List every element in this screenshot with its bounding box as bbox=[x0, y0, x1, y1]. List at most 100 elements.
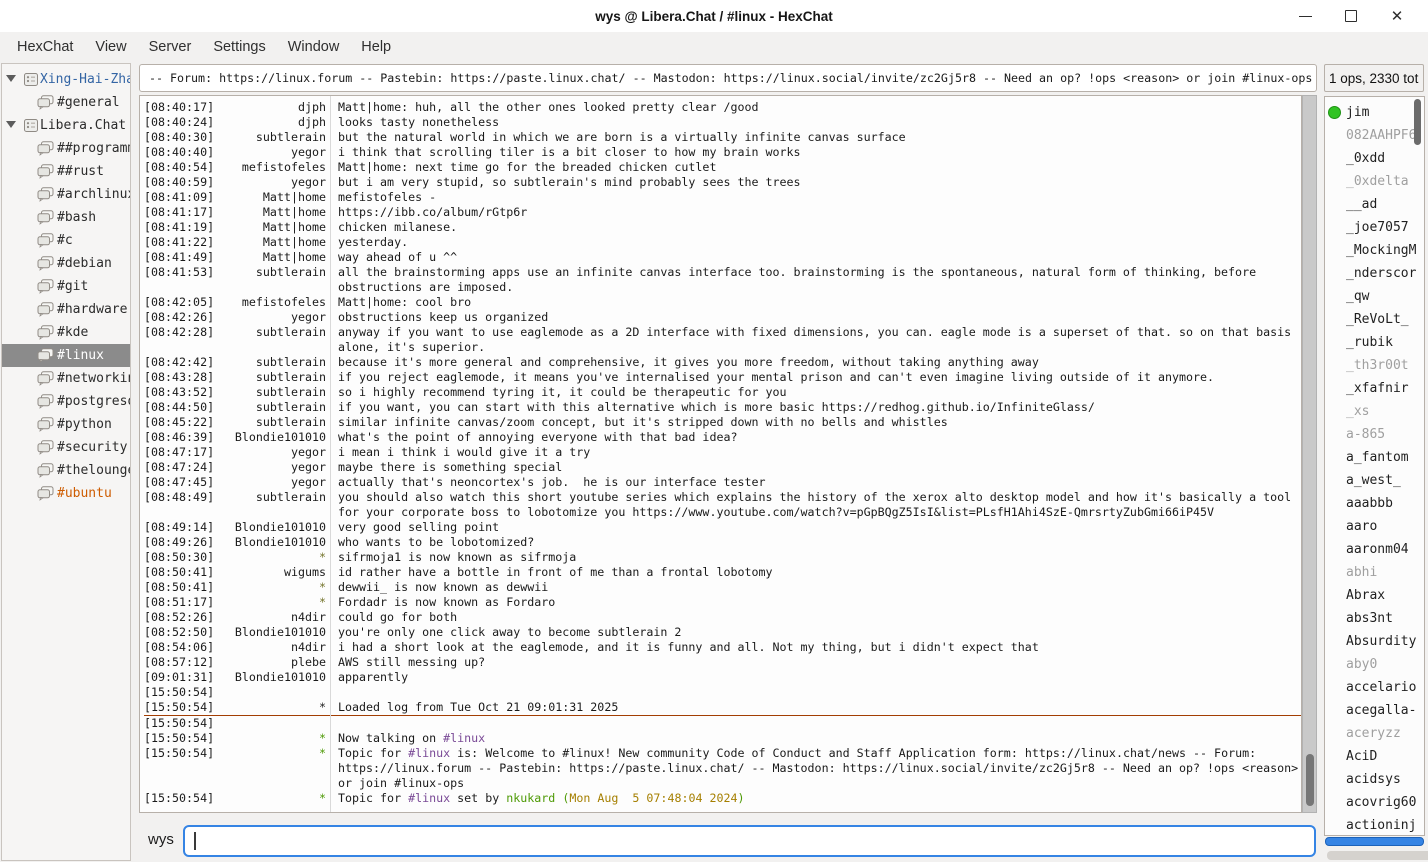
menu-item-hexchat[interactable]: HexChat bbox=[6, 35, 84, 59]
message-segment: is: Welcome to #linux! New community Cod… bbox=[338, 746, 1302, 790]
tree-item-ubuntu[interactable]: #ubuntu bbox=[2, 482, 130, 505]
chat-message: mefistofeles - bbox=[338, 190, 1301, 205]
userlist-item-_mockingm[interactable]: _MockingM bbox=[1325, 239, 1424, 262]
tree-item-xing-hai-zhan[interactable]: Xing-Hai-Zhan bbox=[2, 68, 130, 91]
userlist-item-accelario[interactable]: accelario bbox=[1325, 676, 1424, 699]
userlist-item-_revolt_[interactable]: _ReVoLt_ bbox=[1325, 308, 1424, 331]
chat-message: Now talking on #linux bbox=[338, 731, 1301, 746]
message-segment: you're only one click away to become sub… bbox=[338, 625, 681, 639]
userlist-scrollbar-thumb[interactable] bbox=[1414, 99, 1421, 145]
userlist-item-abrax[interactable]: Abrax bbox=[1325, 584, 1424, 607]
userlist-item-acid[interactable]: AciD bbox=[1325, 745, 1424, 768]
message-segment: dewwii_ is now known as dewwii bbox=[338, 580, 548, 594]
userlist-item-_qw[interactable]: _qw bbox=[1325, 285, 1424, 308]
chat-nick: djph bbox=[216, 115, 326, 130]
tree-item-bash[interactable]: #bash bbox=[2, 206, 130, 229]
tree-item-linux[interactable]: #linux bbox=[2, 344, 130, 367]
userlist-item-_0xdd[interactable]: _0xdd bbox=[1325, 147, 1424, 170]
message-input[interactable] bbox=[183, 825, 1316, 857]
userlist-item-_joe7057[interactable]: _joe7057 bbox=[1325, 216, 1424, 239]
user-nick: _xfafnir bbox=[1346, 381, 1409, 396]
userlist-hscrollbar[interactable] bbox=[1325, 837, 1424, 846]
message-segment: obstructions keep us organized bbox=[338, 310, 548, 324]
message-segment: set by bbox=[450, 791, 506, 805]
channel-icon bbox=[37, 210, 54, 229]
chat-scrollbar[interactable] bbox=[1302, 95, 1317, 813]
message-segment: but i am very stupid, so subtlerain's mi… bbox=[338, 175, 801, 189]
userlist-item-absurdity[interactable]: Absurdity bbox=[1325, 630, 1424, 653]
close-button[interactable]: ✕ bbox=[1374, 0, 1420, 32]
tree-item-programming[interactable]: ##programming bbox=[2, 137, 130, 160]
userlist-item-_nderscor[interactable]: _nderscor bbox=[1325, 262, 1424, 285]
chat-scrollbar-thumb[interactable] bbox=[1306, 754, 1314, 806]
chat-timestamp: [08:41:09] bbox=[144, 190, 216, 205]
message-segment: sifrmoja1 is now known as sifrmoja bbox=[338, 550, 576, 564]
userlist-item-aby0[interactable]: aby0 bbox=[1325, 653, 1424, 676]
chat-line: [08:41:53]subtlerainall the brainstormin… bbox=[144, 265, 1301, 295]
tree-item-python[interactable]: #python bbox=[2, 413, 130, 436]
tree-item-kde[interactable]: #kde bbox=[2, 321, 130, 344]
menu-item-window[interactable]: Window bbox=[277, 35, 351, 59]
tree-item-general[interactable]: #general bbox=[2, 91, 130, 114]
maximize-button[interactable] bbox=[1328, 0, 1374, 32]
userlist-item-_th3r00t[interactable]: _th3r00t bbox=[1325, 354, 1424, 377]
tree-item-postgresql[interactable]: #postgresql bbox=[2, 390, 130, 413]
chat-nick: djph bbox=[216, 100, 326, 115]
expander-icon[interactable] bbox=[6, 121, 16, 128]
menu-item-settings[interactable]: Settings bbox=[202, 35, 276, 59]
userlist-item-a_west_[interactable]: a_west_ bbox=[1325, 469, 1424, 492]
userlist-item-_xfafnir[interactable]: _xfafnir bbox=[1325, 377, 1424, 400]
menu-item-help[interactable]: Help bbox=[350, 35, 402, 59]
server-tree: Xing-Hai-Zhan#generalLibera.Chat##progra… bbox=[1, 63, 131, 861]
menu-item-view[interactable]: View bbox=[84, 35, 137, 59]
userlist-item-acidsys[interactable]: acidsys bbox=[1325, 768, 1424, 791]
tree-item-security[interactable]: #security bbox=[2, 436, 130, 459]
tree-item-rust[interactable]: ##rust bbox=[2, 160, 130, 183]
message-segment: apparently bbox=[338, 670, 408, 684]
menu-item-server[interactable]: Server bbox=[138, 35, 203, 59]
chat-timestamp: [09:01:31] bbox=[144, 670, 216, 685]
expander-icon[interactable] bbox=[6, 75, 16, 82]
userlist-item-acegalla-[interactable]: acegalla- bbox=[1325, 699, 1424, 722]
tree-item-libera-chat[interactable]: Libera.Chat bbox=[2, 114, 130, 137]
tree-item-hardware[interactable]: #hardware bbox=[2, 298, 130, 321]
chat-message: if you reject eaglemode, it means you've… bbox=[338, 370, 1301, 385]
chat-nick: yegor bbox=[216, 460, 326, 475]
topic-bar[interactable]: -- Forum: https://linux.forum -- Pastebi… bbox=[139, 64, 1317, 92]
gap bbox=[326, 640, 338, 655]
userlist-item-aceryzz[interactable]: aceryzz bbox=[1325, 722, 1424, 745]
tree-item-c[interactable]: #c bbox=[2, 229, 130, 252]
user-nick: aaronm04 bbox=[1346, 542, 1409, 557]
userlist-item-aaro[interactable]: aaro bbox=[1325, 515, 1424, 538]
chat-message: way ahead of u ^^ bbox=[338, 250, 1301, 265]
userlist-item-jim[interactable]: jim bbox=[1325, 101, 1424, 124]
channel-icon bbox=[37, 164, 54, 183]
userlist-item-_0xdelta[interactable]: _0xdelta bbox=[1325, 170, 1424, 193]
gap bbox=[326, 731, 338, 746]
userlist-item-_xs[interactable]: _xs bbox=[1325, 400, 1424, 423]
userlist-item-__ad[interactable]: __ad bbox=[1325, 193, 1424, 216]
tree-item-networking[interactable]: #networking bbox=[2, 367, 130, 390]
chat-line: [08:51:17]*Fordadr is now known as Forda… bbox=[144, 595, 1301, 610]
userlist-item-actioninj[interactable]: actioninj bbox=[1325, 814, 1424, 836]
userlist-item-aaabbb[interactable]: aaabbb bbox=[1325, 492, 1424, 515]
tree-item-git[interactable]: #git bbox=[2, 275, 130, 298]
minimize-button[interactable] bbox=[1282, 0, 1328, 32]
tree-item-archlinux[interactable]: #archlinux bbox=[2, 183, 130, 206]
chat-line: [08:49:26]Blondie101010who wants to be l… bbox=[144, 535, 1301, 550]
userlist-item-abs3nt[interactable]: abs3nt bbox=[1325, 607, 1424, 630]
userlist-item-a_fantom[interactable]: a_fantom bbox=[1325, 446, 1424, 469]
chat-line: [08:52:50]Blondie101010you're only one c… bbox=[144, 625, 1301, 640]
bottom-scrollbar[interactable] bbox=[1327, 851, 1428, 860]
userlist-item-082aahpf6[interactable]: 082AAHPF6 bbox=[1325, 124, 1424, 147]
channel-icon bbox=[37, 279, 54, 298]
chat-timestamp: [08:57:12] bbox=[144, 655, 216, 670]
userlist-item-acovrig60[interactable]: acovrig60 bbox=[1325, 791, 1424, 814]
tree-item-thelounge[interactable]: #thelounge bbox=[2, 459, 130, 482]
userlist-item-abhi[interactable]: abhi bbox=[1325, 561, 1424, 584]
userlist-item-aaronm04[interactable]: aaronm04 bbox=[1325, 538, 1424, 561]
tree-item-debian[interactable]: #debian bbox=[2, 252, 130, 275]
message-segment: what's the point of annoying everyone wi… bbox=[338, 430, 737, 444]
userlist-item-a-865[interactable]: a-865 bbox=[1325, 423, 1424, 446]
userlist-item-_rubik[interactable]: _rubik bbox=[1325, 331, 1424, 354]
